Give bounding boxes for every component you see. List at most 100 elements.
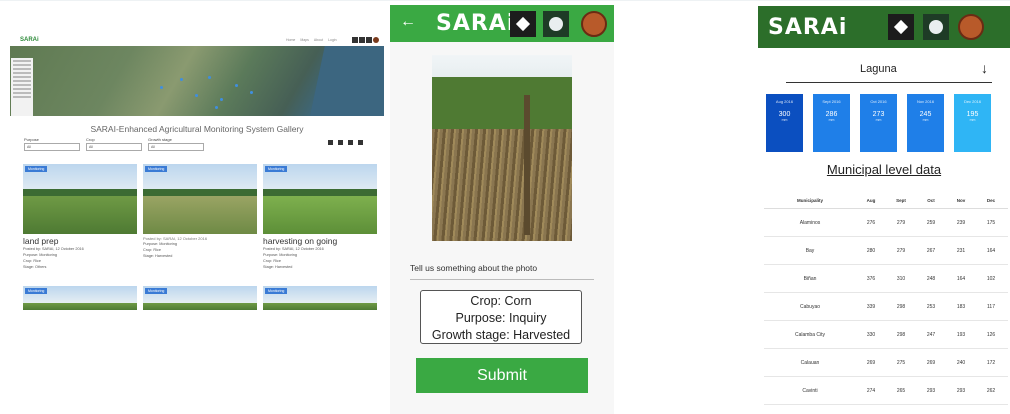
month-card[interactable]: Nov 2016 245 mm (907, 94, 944, 152)
field-photo[interactable]: Monitoring (263, 164, 377, 234)
table-row[interactable]: Cavinti 274 265 293 293 262 (764, 377, 1008, 405)
card-title[interactable]: land prep (23, 236, 137, 246)
table-header: Municipality Aug Sept Oct Nov Dec (764, 192, 1008, 209)
photo-submit-screen: ← SARAi Tell us something about the phot… (390, 5, 614, 414)
view-toggle-group (328, 140, 363, 145)
gallery-card[interactable]: Monitoring harvesting on going Posted by… (263, 164, 377, 270)
partner-logo-icon (923, 14, 949, 40)
column-header: Aug (866, 197, 876, 203)
map-pin-icon[interactable] (250, 91, 253, 94)
purpose-tag: Monitoring (265, 166, 288, 172)
municipal-table: Municipality Aug Sept Oct Nov Dec Alamin… (764, 192, 1008, 405)
map-pin-icon[interactable] (180, 78, 183, 81)
rainfall-cell: 269 (866, 359, 876, 366)
month-card[interactable]: Aug 2016 300 mm (766, 94, 803, 152)
month-label: Nov 2016 (916, 99, 935, 104)
table-row[interactable]: Biñan 376 310 248 164 102 (764, 265, 1008, 293)
field-photo[interactable]: Monitoring (143, 286, 257, 310)
field-photo[interactable]: Monitoring (23, 164, 137, 234)
municipality-cell: Calauan (800, 359, 820, 366)
partner-logo-icon (543, 11, 569, 37)
map-pin-icon[interactable] (195, 94, 198, 97)
sarai-logo[interactable]: SARAi (20, 37, 39, 43)
rainfall-cell: 275 (896, 359, 906, 366)
card-meta: Stage: Harvested (263, 265, 293, 269)
app-bar: ← SARAi (390, 5, 614, 42)
rainfall-cell: 376 (866, 275, 876, 282)
map-pin-icon[interactable] (160, 86, 163, 89)
back-arrow-icon[interactable]: ← (400, 13, 416, 31)
nav-item-login[interactable]: Login (328, 38, 337, 42)
field-photo[interactable]: Monitoring (263, 286, 377, 310)
municipality-cell: Bay (805, 247, 815, 254)
table-row[interactable]: Alaminos 276 279 259 239 175 (764, 209, 1008, 237)
month-label: Sept 2016 (822, 99, 841, 104)
table-row[interactable]: Calamba City 330 298 247 193 126 (764, 321, 1008, 349)
month-card[interactable]: Oct 2016 273 mm (860, 94, 897, 152)
crop-value: Crop: Corn (470, 294, 532, 308)
month-card[interactable]: Dec 2016 195 mm (954, 94, 991, 152)
purpose-tag: Monitoring (145, 288, 168, 294)
down-arrow-icon[interactable]: ↓ (981, 60, 988, 76)
month-card[interactable]: Sept 2016 286 mm (813, 94, 850, 152)
municipality-cell: Calamba City (794, 331, 825, 338)
gallery-cards: Monitoring land prep Posted by: SARAI, 1… (23, 164, 377, 270)
top-divider (0, 0, 1010, 1)
field-photo[interactable]: Monitoring (143, 164, 257, 234)
month-value: 300 (778, 111, 791, 118)
month-value: 245 (919, 111, 932, 118)
gallery-card[interactable]: Monitoring (143, 286, 257, 310)
rainfall-cell: 298 (896, 331, 906, 338)
grid-view-icon[interactable] (328, 140, 333, 145)
map-view-icon[interactable] (348, 140, 353, 145)
rainfall-cell: 247 (926, 331, 936, 338)
nav-item-home[interactable]: Home (286, 38, 295, 42)
gallery-card[interactable]: Monitoring (263, 286, 377, 310)
rainfall-cell: 310 (896, 275, 906, 282)
field-photo[interactable]: Monitoring (23, 286, 137, 310)
gallery-card[interactable]: Monitoring land prep Posted by: SARAI, 1… (23, 164, 137, 270)
partner-logo-icon (510, 11, 536, 37)
sort-icon[interactable] (358, 140, 363, 145)
rainfall-cell: 276 (866, 219, 876, 226)
rainfall-cell: 164 (956, 275, 966, 282)
month-label: Oct 2016 (870, 99, 887, 104)
map-pin-icon[interactable] (215, 106, 218, 109)
province-value: Laguna (860, 63, 897, 75)
province-select[interactable]: Laguna ↓ (786, 60, 992, 83)
municipality-cell: Alaminos (799, 219, 821, 226)
rainfall-cell: 164 (986, 247, 996, 254)
rainfall-cell: 330 (866, 331, 876, 338)
month-unit: mm (922, 118, 929, 122)
card-title[interactable]: harvesting on going (263, 236, 377, 246)
seal-icon (581, 11, 607, 37)
growth-stage-select[interactable]: All (148, 143, 204, 151)
table-row[interactable]: Bay 280 279 267 231 164 (764, 237, 1008, 265)
submit-button[interactable]: Submit (416, 358, 588, 393)
month-unit: mm (969, 118, 976, 122)
gallery-card[interactable]: Monitoring Posted by: SARAI, 12 October … (143, 164, 257, 270)
nav-item-about[interactable]: About (314, 38, 323, 42)
purpose-select[interactable]: All (24, 143, 80, 151)
table-row[interactable]: Calauan 269 275 269 240 172 (764, 349, 1008, 377)
crop-photo (432, 55, 572, 241)
gallery-card[interactable]: Monitoring (23, 286, 137, 310)
map-pin-icon[interactable] (235, 84, 238, 87)
map-pin-icon[interactable] (208, 76, 211, 79)
table-row[interactable]: Cabuyao 339 298 253 183 117 (764, 293, 1008, 321)
month-value: 286 (825, 111, 838, 118)
purpose-tag: Monitoring (25, 166, 48, 172)
gallery-cards-row-2: Monitoring Monitoring Monitoring (23, 286, 377, 310)
crop-select[interactable]: All (86, 143, 142, 151)
map-pin-icon[interactable] (220, 98, 223, 101)
list-view-icon[interactable] (338, 140, 343, 145)
month-value: 273 (872, 111, 885, 118)
satellite-map[interactable] (10, 46, 384, 116)
description-input[interactable] (410, 279, 594, 280)
app-bar: SARAi (758, 6, 1010, 48)
month-unit: mm (828, 118, 835, 122)
nav-item-maps[interactable]: Maps (300, 38, 309, 42)
column-header: Municipality (796, 197, 823, 203)
month-unit: mm (781, 118, 788, 122)
rainfall-cell: 293 (956, 387, 966, 394)
